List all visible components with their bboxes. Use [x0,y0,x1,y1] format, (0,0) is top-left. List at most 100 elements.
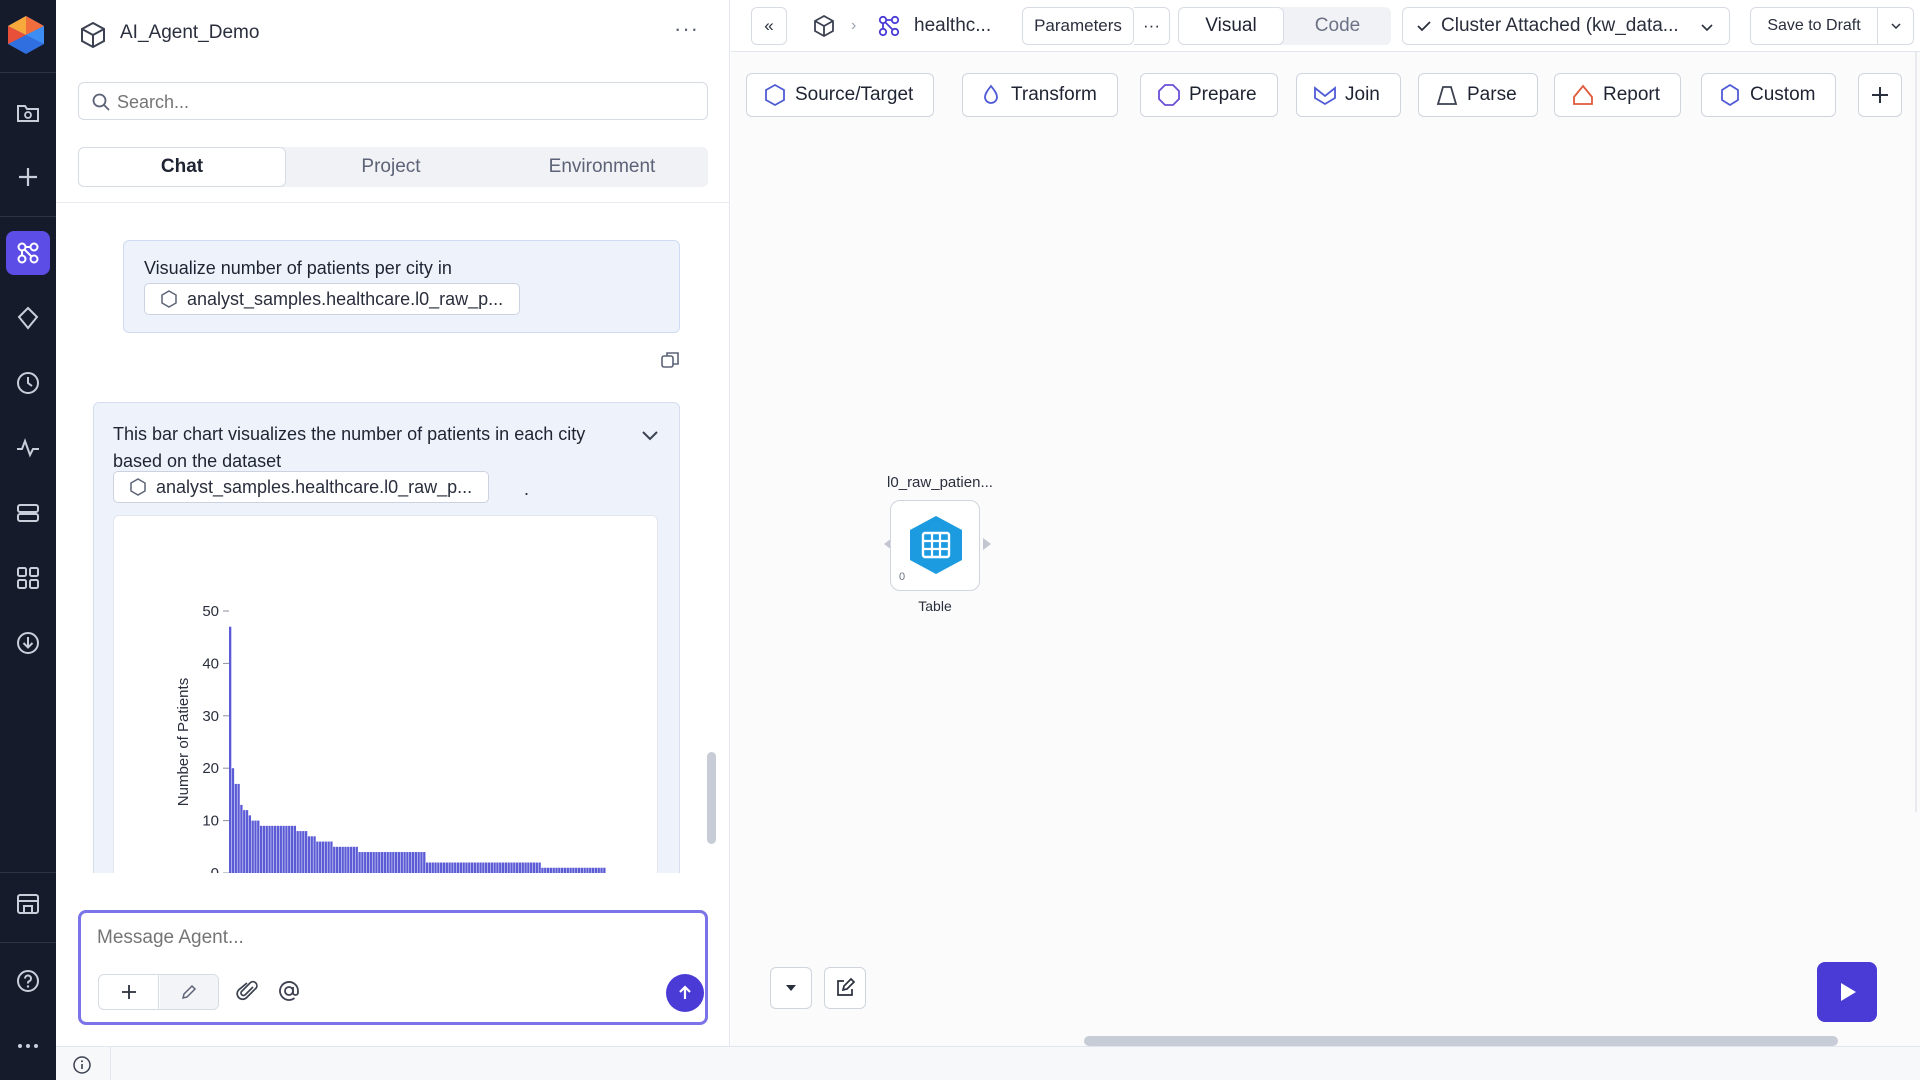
search-input[interactable] [117,89,697,115]
chart-bar [330,841,333,873]
tab-chat[interactable]: Chat [78,147,286,187]
add-context-button[interactable] [99,975,159,1009]
canvas-scrollbar[interactable] [1084,1036,1838,1046]
collapse-panel-button[interactable]: « [751,7,787,45]
chevron-down-icon[interactable] [638,423,662,447]
pipeline-canvas[interactable]: « › healthc... Parameters ··· Visual Cod… [731,0,1920,1046]
gem-join-button[interactable]: Join [1296,73,1401,117]
chart-bar [589,867,592,873]
chart-bar [425,862,429,873]
panel-more-button[interactable]: ··· [674,16,699,42]
canvas-dropdown-button[interactable] [770,967,812,1009]
gem-source-target-button[interactable]: Source/Target [746,73,935,117]
add-gem-button[interactable] [1858,73,1902,117]
chart-bar [386,852,389,873]
cube-icon[interactable] [811,13,837,39]
chart-bar [482,862,485,873]
node-output-port[interactable] [983,538,991,550]
gem-prepare-button[interactable]: Prepare [1140,73,1278,117]
chat-scrollbar[interactable] [707,752,716,844]
send-button[interactable] [666,974,704,1012]
chart-bar [575,867,578,873]
more-options-button[interactable]: ··· [1134,7,1170,45]
chart-bar [437,862,440,873]
rail-apps-button[interactable] [6,556,50,600]
info-icon[interactable] [72,1055,92,1075]
chart-bar [366,852,370,873]
tab-visual[interactable]: Visual [1178,7,1284,45]
gem-report-button[interactable]: Report [1554,73,1682,117]
rail-help-button[interactable] [6,959,50,1003]
rail-jobs-button[interactable] [6,361,50,405]
chart-bar [409,852,412,873]
project-title: AI_Agent_Demo [120,22,260,43]
app-logo-icon[interactable] [3,12,49,58]
tab-code[interactable]: Code [1284,7,1391,45]
chart-bar [442,862,446,873]
chart-bar [420,852,423,873]
chart-bar [431,862,434,873]
cluster-label: Cluster Attached (kw_data... [1441,15,1679,36]
store-icon [17,894,39,914]
chart-bar [560,867,564,873]
rail-browse-button[interactable] [6,90,50,134]
chart-bar [290,825,294,873]
node-type-label: Table [918,598,952,614]
chart-bar [423,852,426,873]
chart-bar [513,862,516,873]
gem-label: Transform [1011,84,1097,105]
dataset-chip[interactable]: analyst_samples.healthcare.l0_raw_p... [113,471,490,503]
chart-bar [310,836,313,873]
chart-bar [496,862,499,873]
rail-download-button[interactable] [6,621,50,665]
edit-mode-button[interactable] [160,975,218,1009]
paperclip-icon[interactable] [235,979,261,1005]
edit-icon [837,977,856,996]
chart-bar [321,841,325,873]
chart-bar [485,862,488,873]
at-mention-icon[interactable] [275,977,303,1005]
chart-bar [335,846,339,873]
rail-gems-button[interactable] [6,296,50,340]
rail-create-button[interactable] [6,155,50,199]
gem-custom-button[interactable]: Custom [1701,73,1837,117]
message-input[interactable] [97,927,677,957]
canvas-edge [1915,52,1917,812]
chart-bar [510,862,513,873]
save-options-button[interactable] [1878,7,1914,45]
canvas-edit-button[interactable] [824,967,866,1009]
rail-observability-button[interactable] [6,426,50,470]
copy-icon[interactable] [659,349,681,371]
tab-project[interactable]: Project [286,147,496,187]
rail-more-button[interactable] [6,1024,50,1068]
cluster-selector[interactable]: Cluster Attached (kw_data... [1402,7,1730,45]
custom-icon [1721,84,1739,106]
chart-bar [569,867,572,873]
database-icon [17,504,39,522]
tab-environment[interactable]: Environment [496,147,708,187]
chart-bar [288,825,291,873]
agent-chat-panel: AI_Agent_Demo ··· Chat Project Environme… [56,0,730,1046]
dataset-chip[interactable]: analyst_samples.healthcare.l0_raw_p... [144,283,521,315]
chart-bar [600,867,603,873]
rail-marketplace-button[interactable] [6,882,50,926]
chart-bar [394,852,398,873]
chart-bar [597,867,600,873]
parameters-button[interactable]: Parameters [1022,7,1134,45]
drop-icon [984,84,998,104]
chart-bar [234,783,237,873]
gem-transform-button[interactable]: Transform [962,73,1118,117]
table-node[interactable]: 0 [890,500,980,591]
rail-datasets-button[interactable] [6,491,50,535]
rail-pipelines-button[interactable] [6,231,50,275]
gem-parse-button[interactable]: Parse [1418,73,1538,117]
save-draft-button[interactable]: Save to Draft [1750,7,1878,45]
chart-bar [459,862,463,873]
search-box [78,82,708,120]
run-pipeline-button[interactable] [1817,962,1877,1022]
chart-bar [327,841,330,873]
canvas-toolbar: « › healthc... Parameters ··· Visual Cod… [731,0,1920,52]
chart-bar [473,862,477,873]
breadcrumb-pipeline-name[interactable]: healthc... [914,15,991,37]
chart-bar [344,846,347,873]
